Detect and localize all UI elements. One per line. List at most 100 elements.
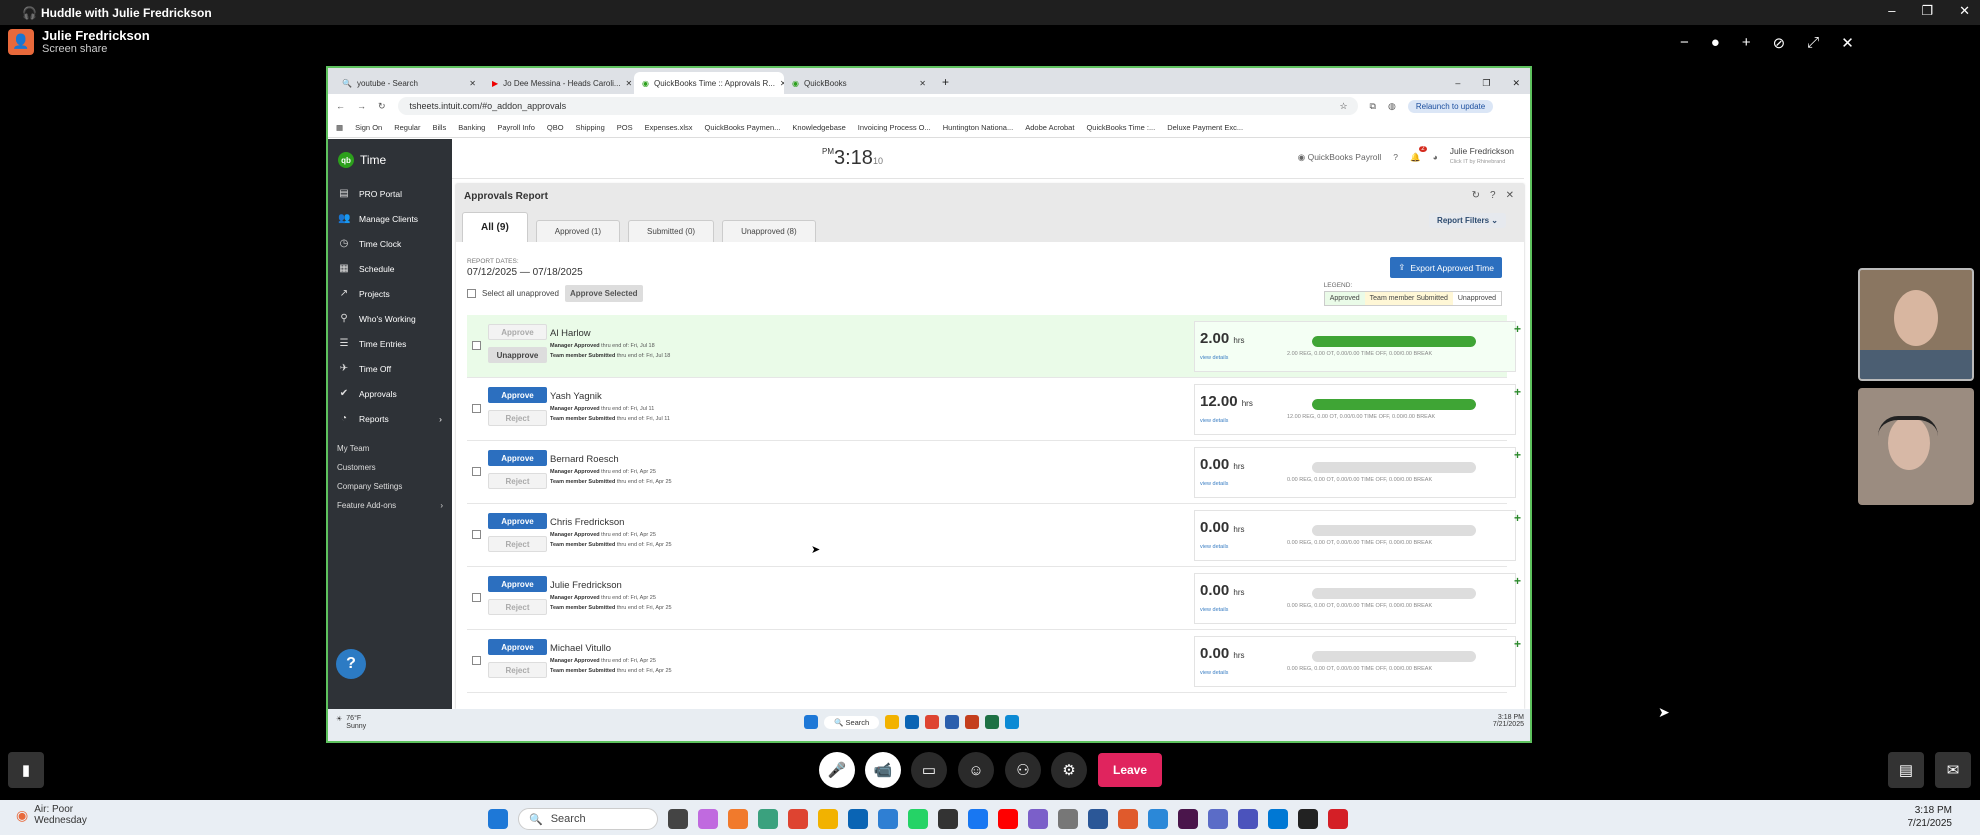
edge-icon[interactable]: [1005, 715, 1020, 729]
browser-tab[interactable]: ◉ QuickBooks ✕: [784, 72, 934, 94]
reactions-button[interactable]: ☺: [958, 752, 994, 788]
edge-icon[interactable]: [758, 809, 778, 829]
close-tab-icon[interactable]: ✕: [626, 79, 633, 88]
sidebar-item-whos-working[interactable]: ⚲ Who's Working: [328, 306, 452, 331]
tab-unapproved[interactable]: Unapproved (8): [722, 220, 816, 242]
approve-button[interactable]: Approve: [488, 639, 547, 655]
add-people-button[interactable]: ⚇: [1005, 752, 1041, 788]
zoom-icon[interactable]: [1088, 809, 1108, 829]
sidebar-item-manage-clients[interactable]: 👥 Manage Clients: [328, 206, 452, 231]
close-icon[interactable]: ✕: [1959, 3, 1970, 19]
zoom-out-icon[interactable]: −: [1680, 34, 1689, 52]
app-logo[interactable]: qb Time: [328, 139, 452, 181]
bookmark[interactable]: Bills: [432, 123, 446, 132]
outlook-icon[interactable]: [848, 809, 868, 829]
row-checkbox[interactable]: [472, 341, 481, 350]
user-menu[interactable]: Julie Fredrickson Click IT by Rhinebrand: [1450, 147, 1514, 167]
chat-icon[interactable]: ✉: [1935, 752, 1971, 788]
sidebar-item-approvals[interactable]: ✔ Approvals: [328, 381, 452, 406]
windows-start-icon[interactable]: [488, 809, 508, 829]
row-checkbox[interactable]: [472, 467, 481, 476]
bookmark[interactable]: Huntington Nationa...: [943, 123, 1013, 132]
app-icon[interactable]: [1058, 809, 1078, 829]
popout-icon[interactable]: ⤢: [1807, 34, 1819, 52]
reject-button[interactable]: Reject: [488, 599, 547, 615]
restore-icon[interactable]: ❐: [1482, 78, 1490, 89]
browser-tab-active[interactable]: ◉QuickBooks Time :: Approvals R...✕: [634, 72, 784, 94]
back-icon[interactable]: ←: [336, 101, 345, 111]
employee-name[interactable]: Chris Fredrickson: [550, 517, 624, 528]
view-details-link[interactable]: view details: [1200, 481, 1228, 487]
app-icon[interactable]: [1118, 809, 1138, 829]
approve-button[interactable]: Approve: [488, 450, 547, 466]
participant-video-1[interactable]: [1858, 268, 1974, 381]
teams-icon[interactable]: [1238, 809, 1258, 829]
bookmark[interactable]: Adobe Acrobat: [1025, 123, 1074, 132]
minimize-icon[interactable]: –: [1455, 78, 1460, 89]
minimize-icon[interactable]: –: [1888, 3, 1895, 19]
chrome-icon[interactable]: [788, 809, 808, 829]
settings-button[interactable]: ⚙: [1051, 752, 1087, 788]
windows-icon[interactable]: [804, 715, 818, 729]
apps-icon[interactable]: ▦: [336, 123, 343, 132]
reject-button[interactable]: Reject: [488, 536, 547, 552]
bookmark[interactable]: Regular: [394, 123, 420, 132]
approve-button[interactable]: Approve: [488, 513, 547, 529]
relaunch-button[interactable]: Relaunch to update: [1407, 99, 1494, 113]
reject-button[interactable]: Reject: [488, 473, 547, 489]
bookmark[interactable]: Banking: [458, 123, 485, 132]
bookmark[interactable]: Deluxe Payment Exc...: [1167, 123, 1243, 132]
leave-button[interactable]: Leave: [1098, 753, 1162, 787]
row-checkbox[interactable]: [472, 404, 481, 413]
bookmark[interactable]: QBO: [547, 123, 564, 132]
row-checkbox[interactable]: [472, 530, 481, 539]
bookmark[interactable]: Invoicing Process O...: [858, 123, 931, 132]
approve-selected-button[interactable]: Approve Selected: [564, 285, 643, 302]
payroll-link[interactable]: ◉ QuickBooks Payroll: [1298, 152, 1382, 163]
settings-icon[interactable]: [1208, 809, 1228, 829]
bookmark[interactable]: QuickBooks Time :...: [1086, 123, 1155, 132]
select-all-checkbox[interactable]: [467, 289, 476, 298]
sidebar-item-reports[interactable]: ◔ Reports ›: [328, 406, 452, 431]
app-icon[interactable]: [1028, 809, 1048, 829]
browser-tab[interactable]: ▶ Jo Dee Messina - Heads Caroli... ✕: [484, 72, 634, 94]
extensions-icon[interactable]: ⧉: [1370, 101, 1376, 112]
bookmark[interactable]: Shipping: [576, 123, 605, 132]
close-icon[interactable]: ✕: [1512, 78, 1520, 89]
remote-search[interactable]: 🔍 Search: [824, 715, 880, 729]
view-details-link[interactable]: view details: [1200, 670, 1228, 676]
microphone-button[interactable]: 🎤: [819, 752, 855, 788]
help-icon[interactable]: ?: [1490, 190, 1496, 201]
bell-icon[interactable]: 🔔 2: [1410, 145, 1427, 163]
bookmark[interactable]: QuickBooks Paymen...: [705, 123, 781, 132]
help-icon[interactable]: ?: [1393, 152, 1398, 162]
close-tab-icon[interactable]: ✕: [919, 79, 926, 88]
export-approved-button[interactable]: ⇪ Export Approved Time: [1390, 257, 1502, 278]
weather-widget[interactable]: ◉ Air: Poor Wednesday: [16, 804, 87, 826]
view-details-link[interactable]: view details: [1200, 544, 1228, 550]
close-icon[interactable]: ✕: [1506, 190, 1514, 201]
add-icon[interactable]: +: [1514, 511, 1521, 525]
file-explorer-icon[interactable]: [885, 715, 900, 729]
report-filters-button[interactable]: Report Filters ⌄: [1429, 213, 1506, 228]
firefox-icon[interactable]: [728, 809, 748, 829]
sidebar-item-time-clock[interactable]: ◷ Time Clock: [328, 231, 452, 256]
excel-icon[interactable]: [985, 715, 1000, 729]
sidebar-item-schedule[interactable]: ▦ Schedule: [328, 256, 452, 281]
add-icon[interactable]: +: [1514, 322, 1521, 336]
restore-icon[interactable]: ❐: [1921, 3, 1933, 19]
app-icon[interactable]: [1148, 809, 1168, 829]
signal-icon[interactable]: ▮: [8, 752, 44, 788]
approve-button[interactable]: Approve: [488, 576, 547, 592]
bookmark[interactable]: POS: [617, 123, 633, 132]
powerpoint-icon[interactable]: [965, 715, 980, 729]
employee-name[interactable]: Bernard Roesch: [550, 454, 619, 465]
forward-icon[interactable]: →: [357, 101, 366, 111]
bookmark[interactable]: Expenses.xlsx: [645, 123, 693, 132]
approve-button[interactable]: Approve: [488, 324, 547, 340]
employee-name[interactable]: Michael Vitullo: [550, 643, 611, 654]
copilot-icon[interactable]: [698, 809, 718, 829]
whatsapp-icon[interactable]: [908, 809, 928, 829]
facebook-icon[interactable]: [968, 809, 988, 829]
new-tab-icon[interactable]: +: [934, 75, 957, 94]
